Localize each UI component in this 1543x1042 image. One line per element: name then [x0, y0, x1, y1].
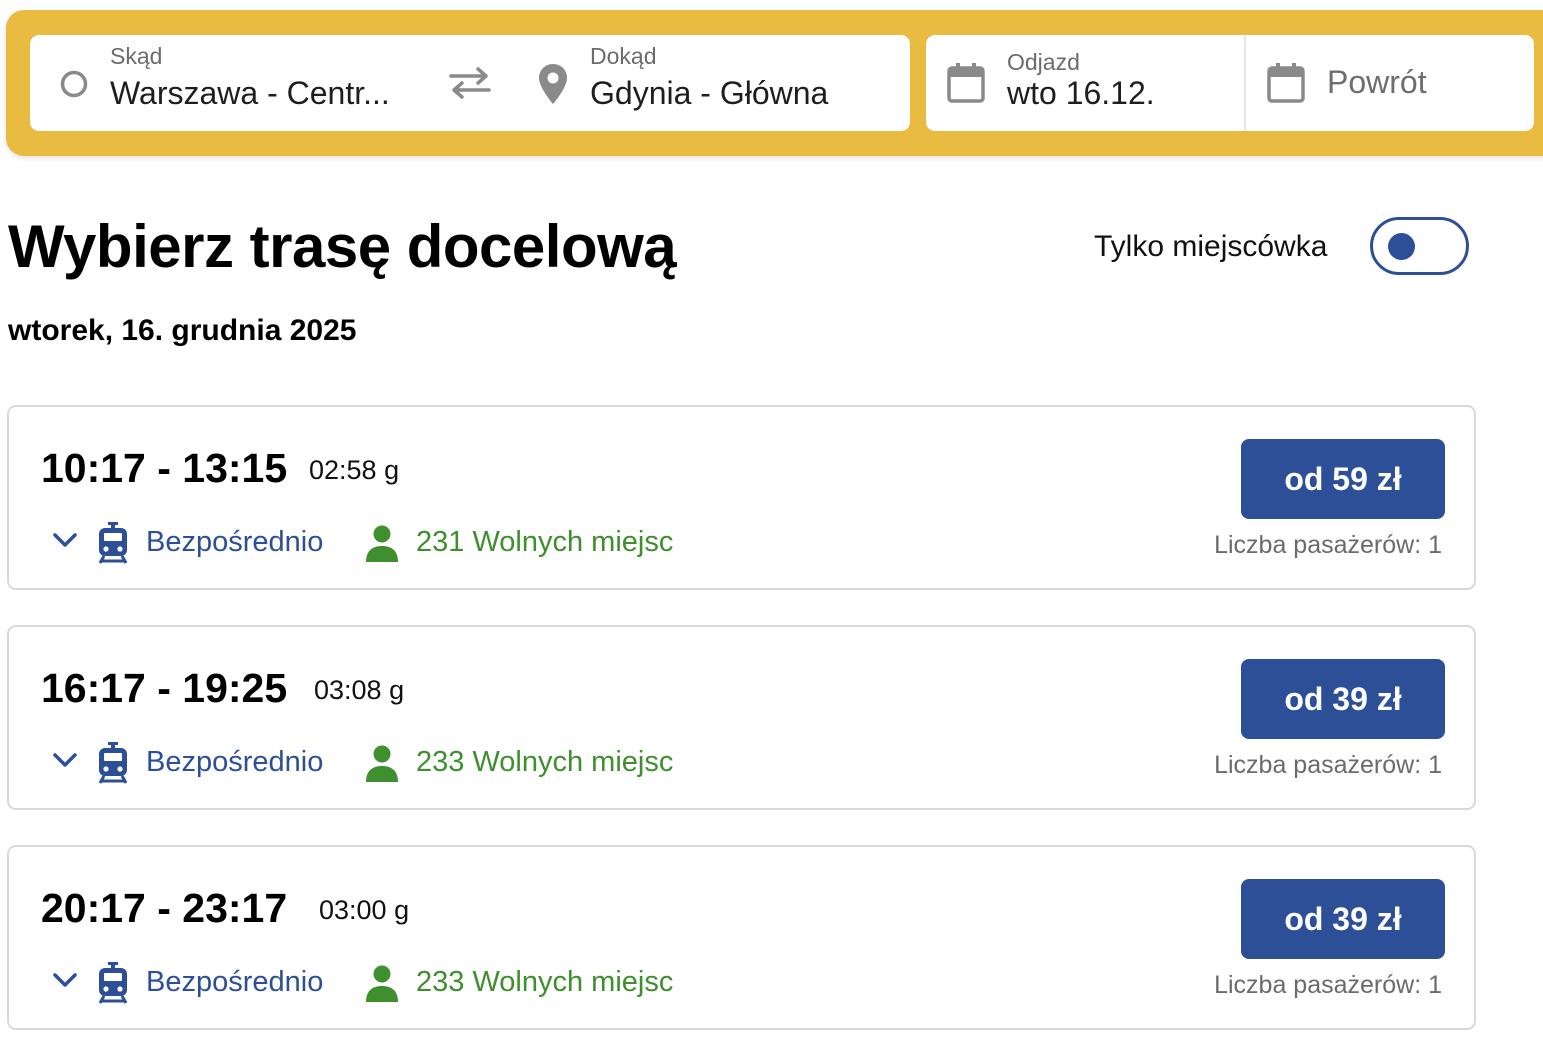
price-button[interactable]: od 39 zł: [1241, 659, 1445, 739]
free-seats-count: 233 Wolnych miejsc: [416, 746, 674, 778]
connection-type-link[interactable]: Bezpośrednio: [146, 746, 323, 779]
person-icon: [366, 965, 398, 1002]
page-title: Wybierz trasę docelową: [8, 213, 677, 280]
person-icon: [366, 745, 398, 782]
connection-card[interactable]: 10:17 - 13:15 02:58 g Bezpośrednio 231 W…: [7, 405, 1476, 590]
connection-card[interactable]: 16:17 - 19:25 03:08 g Bezpośrednio 233 W…: [7, 625, 1476, 810]
departure-date-field[interactable]: Odjazd wto 16.12.: [926, 35, 1244, 131]
passenger-count: Liczba pasażerów: 1: [1214, 971, 1442, 999]
departure-value: wto 16.12.: [1007, 75, 1155, 111]
connection-card[interactable]: 20:17 - 23:17 03:00 g Bezpośrednio 233 W…: [7, 845, 1476, 1030]
swap-arrows-icon[interactable]: [448, 65, 492, 101]
to-field[interactable]: Dokąd Gdynia - Główna: [520, 35, 910, 131]
chevron-down-icon[interactable]: [51, 531, 79, 549]
toggle-knob: [1388, 233, 1415, 260]
passenger-count: Liczba pasażerów: 1: [1214, 751, 1442, 779]
to-value: Gdynia - Główna: [590, 75, 829, 111]
person-icon: [366, 525, 398, 562]
connection-type-link[interactable]: Bezpośrednio: [146, 526, 323, 559]
route-selector: Skąd Warszawa - Centr... Dokąd Gdynia - …: [30, 35, 910, 131]
return-placeholder: Powrót: [1327, 64, 1427, 100]
train-icon: [98, 742, 128, 784]
to-label: Dokąd: [590, 43, 657, 69]
connection-type-link[interactable]: Bezpośrednio: [146, 966, 323, 999]
chevron-down-icon[interactable]: [51, 971, 79, 989]
connection-duration: 02:58 g: [309, 455, 400, 485]
connection-times: 10:17 - 13:15: [41, 445, 288, 491]
connection-times: 16:17 - 19:25: [41, 665, 288, 711]
free-seats-count: 233 Wolnych miejsc: [416, 966, 674, 998]
return-date-field[interactable]: Powrót: [1246, 35, 1534, 131]
departure-label: Odjazd: [1007, 49, 1080, 75]
from-label: Skąd: [110, 43, 163, 69]
free-seats-count: 231 Wolnych miejsc: [416, 526, 674, 558]
from-value: Warszawa - Centr...: [110, 75, 390, 111]
connection-times: 20:17 - 23:17: [41, 885, 288, 931]
connection-duration: 03:08 g: [314, 675, 405, 705]
price-button[interactable]: od 39 zł: [1241, 879, 1445, 959]
date-selector: Odjazd wto 16.12. Powrót: [926, 35, 1534, 131]
seat-reservation-toggle-label: Tylko miejscówka: [1094, 230, 1328, 263]
train-icon: [98, 962, 128, 1004]
calendar-icon: [947, 63, 985, 103]
date-heading: wtorek, 16. grudnia 2025: [8, 314, 357, 347]
circle-outline-icon: [60, 70, 88, 98]
from-field[interactable]: Skąd Warszawa - Centr...: [30, 35, 440, 131]
price-button[interactable]: od 59 zł: [1241, 439, 1445, 519]
passenger-count: Liczba pasażerów: 1: [1214, 531, 1442, 559]
chevron-down-icon[interactable]: [51, 751, 79, 769]
train-icon: [98, 522, 128, 564]
calendar-icon: [1267, 63, 1305, 103]
seat-reservation-toggle[interactable]: [1370, 217, 1469, 275]
location-pin-icon: [539, 64, 567, 104]
connection-duration: 03:00 g: [319, 895, 410, 925]
